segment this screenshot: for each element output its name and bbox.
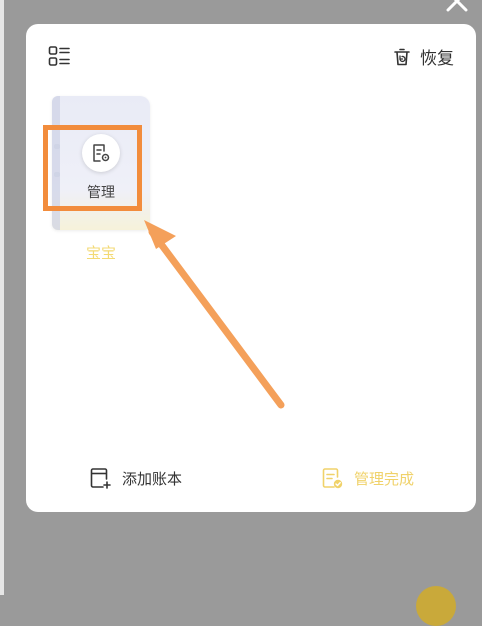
add-book-icon [90,468,111,489]
manage-button[interactable] [82,134,120,172]
manage-label: 管理 [87,185,115,201]
floating-button[interactable] [416,586,456,626]
restore-button[interactable]: 恢复 [392,44,454,69]
manage-done-button[interactable]: 管理完成 [320,466,414,490]
list-view-icon[interactable] [48,45,70,67]
background-edge [0,0,4,595]
add-book-label: 添加账本 [122,469,183,488]
book-tab [54,172,60,177]
book-name-label: 宝宝 [85,244,116,262]
book-spine [52,96,60,230]
document-check-icon [322,468,343,489]
close-icon[interactable] [444,0,470,14]
document-settings-icon [93,144,110,162]
restore-label: 恢复 [420,49,454,69]
book-tab [54,144,60,149]
trash-restore-icon [394,48,410,65]
manage-done-label: 管理完成 [353,469,414,488]
add-book-button[interactable]: 添加账本 [88,466,182,490]
account-book-manager-dialog: 恢复 管理 宝宝 添加账本 管理完成 [26,24,476,512]
